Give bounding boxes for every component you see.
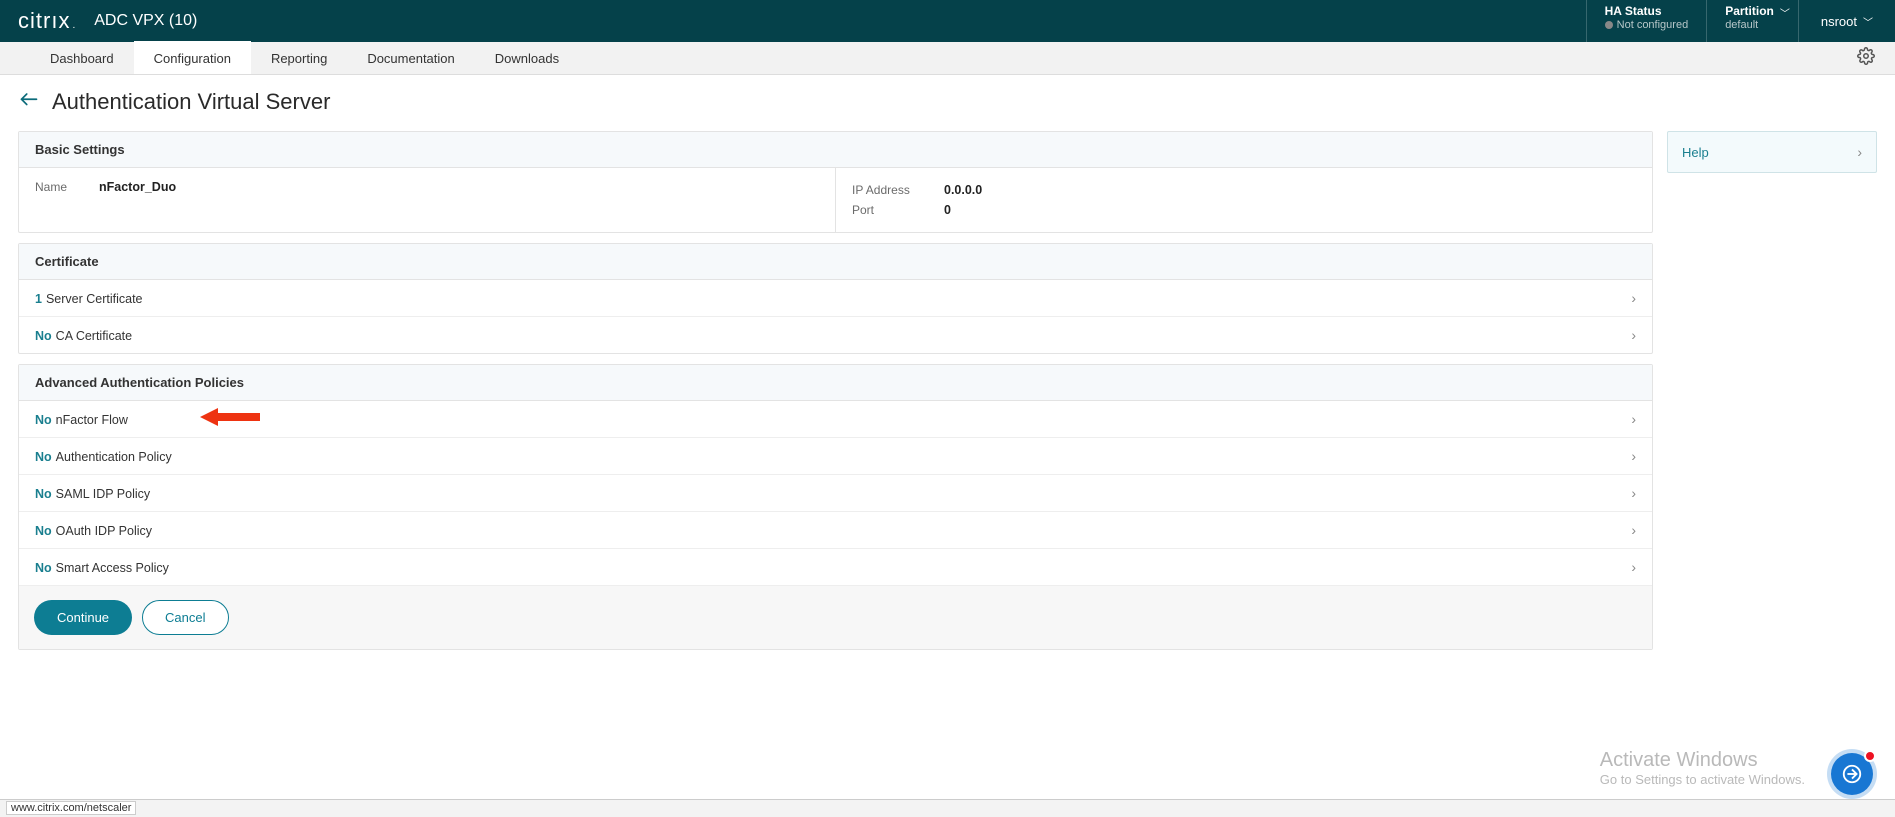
row-text: Smart Access Policy <box>56 561 169 575</box>
status-dot-icon <box>1605 21 1613 29</box>
tab-label: Dashboard <box>50 51 114 66</box>
row-text: OAuth IDP Policy <box>56 524 152 538</box>
product-title: ADC VPX (10) <box>94 12 197 30</box>
tab-label: Configuration <box>154 51 231 66</box>
notification-badge-icon <box>1864 750 1876 762</box>
row-text: SAML IDP Policy <box>56 487 150 501</box>
floating-action-button[interactable] <box>1831 753 1873 795</box>
ha-status-block[interactable]: HA Status Not configured <box>1586 0 1707 42</box>
row-count: No <box>35 487 52 501</box>
tabs-right <box>1857 42 1895 74</box>
chevron-down-icon: ﹀ <box>1780 8 1790 22</box>
help-panel[interactable]: Help › <box>1667 131 1877 173</box>
basic-left: Name nFactor_Duo <box>19 168 836 232</box>
tabs-bar: Dashboard Configuration Reporting Docume… <box>0 42 1895 75</box>
row-text: CA Certificate <box>56 329 132 343</box>
row-count: 1 <box>35 292 42 306</box>
row-authentication-policy[interactable]: No Authentication Policy › <box>19 437 1652 474</box>
chevron-down-icon: ﹀ <box>1863 14 1873 29</box>
watermark-title: Activate Windows <box>1600 749 1805 772</box>
help-label: Help <box>1682 145 1709 160</box>
row-text: Authentication Policy <box>56 450 172 464</box>
chevron-right-icon: › <box>1631 485 1636 501</box>
chevron-right-icon: › <box>1857 144 1862 160</box>
panel-header-basic: Basic Settings <box>19 132 1652 168</box>
ha-status-text: Not configured <box>1617 19 1689 31</box>
tab-dashboard[interactable]: Dashboard <box>30 42 134 74</box>
panel-auth-policies: Advanced Authentication Policies NonFact… <box>18 364 1653 650</box>
basic-settings-body: Name nFactor_Duo IP Address 0.0.0.0 Port… <box>19 168 1652 232</box>
panel-header-certificate: Certificate <box>19 244 1652 280</box>
main-row: Basic Settings Name nFactor_Duo IP Addre… <box>18 131 1877 650</box>
row-text: Server Certificate <box>46 292 143 306</box>
ha-status-title: HA Status <box>1605 4 1689 18</box>
ip-label: IP Address <box>852 180 920 200</box>
row-nfactor-flow[interactable]: No nFactor Flow › <box>19 401 1652 437</box>
tab-downloads[interactable]: Downloads <box>475 42 579 74</box>
page-content: Authentication Virtual Server Basic Sett… <box>0 75 1895 650</box>
ha-status-value: Not configured <box>1605 18 1689 32</box>
policies-body: No nFactor Flow › No Authentication Policy… <box>19 401 1652 585</box>
brand-text: citrıx <box>18 8 70 34</box>
top-header: citrıx. ADC VPX (10) HA Status Not confi… <box>0 0 1895 42</box>
brand-logo: citrıx. <box>0 8 94 34</box>
brand-dot: . <box>72 20 76 31</box>
row-oauth-idp-policy[interactable]: No OAuth IDP Policy › <box>19 511 1652 548</box>
chevron-right-icon: › <box>1631 327 1636 343</box>
chevron-right-icon: › <box>1631 522 1636 538</box>
gear-icon[interactable] <box>1857 47 1875 70</box>
page-title: Authentication Virtual Server <box>52 89 330 115</box>
chevron-right-icon: › <box>1631 448 1636 464</box>
tab-label: Documentation <box>367 51 454 66</box>
row-ca-certificate[interactable]: No CA Certificate › <box>19 316 1652 353</box>
row-count: No <box>35 561 52 575</box>
panel-certificate: Certificate 1 Server Certificate › No CA C… <box>18 243 1653 354</box>
browser-status-bar: www.citrix.com/netscaler <box>0 799 1895 817</box>
name-label: Name <box>35 180 75 194</box>
row-count: No <box>35 413 52 427</box>
user-menu[interactable]: nsroot ﹀ <box>1798 0 1895 42</box>
user-name: nsroot <box>1821 14 1857 29</box>
tab-label: Downloads <box>495 51 559 66</box>
row-server-certificate[interactable]: 1 Server Certificate › <box>19 280 1652 316</box>
partition-block[interactable]: Partition default ﹀ <box>1706 0 1798 42</box>
chevron-right-icon: › <box>1631 559 1636 575</box>
tab-configuration[interactable]: Configuration <box>134 41 251 74</box>
status-url: www.citrix.com/netscaler <box>6 801 136 815</box>
watermark-subtitle: Go to Settings to activate Windows. <box>1600 772 1805 787</box>
cancel-button[interactable]: Cancel <box>142 600 228 635</box>
row-count: No <box>35 450 52 464</box>
row-count: No <box>35 329 52 343</box>
page-head: Authentication Virtual Server <box>18 89 1877 115</box>
chevron-right-icon: › <box>1631 411 1636 427</box>
tab-label: Reporting <box>271 51 327 66</box>
panel-header-policies: Advanced Authentication Policies <box>19 365 1652 401</box>
name-value: nFactor_Duo <box>99 180 176 194</box>
row-smart-access-policy[interactable]: No Smart Access Policy › <box>19 548 1652 585</box>
chevron-right-icon: › <box>1631 290 1636 306</box>
partition-value: default <box>1725 18 1774 32</box>
button-row: Continue Cancel <box>19 585 1652 649</box>
continue-button[interactable]: Continue <box>34 600 132 635</box>
help-column: Help › <box>1667 131 1877 650</box>
port-value: 0 <box>944 200 951 220</box>
basic-right: IP Address 0.0.0.0 Port 0 <box>836 168 1652 232</box>
back-arrow-icon[interactable] <box>18 89 40 115</box>
main-column: Basic Settings Name nFactor_Duo IP Addre… <box>18 131 1653 650</box>
activate-windows-watermark: Activate Windows Go to Settings to activ… <box>1600 749 1805 787</box>
tab-reporting[interactable]: Reporting <box>251 42 347 74</box>
header-right: HA Status Not configured Partition defau… <box>1586 0 1895 42</box>
row-count: No <box>35 524 52 538</box>
certificate-body: 1 Server Certificate › No CA Certificate › <box>19 280 1652 353</box>
partition-title: Partition <box>1725 4 1774 18</box>
tab-documentation[interactable]: Documentation <box>347 42 474 74</box>
row-text: nFactor Flow <box>56 413 128 427</box>
row-saml-idp-policy[interactable]: No SAML IDP Policy › <box>19 474 1652 511</box>
ip-value: 0.0.0.0 <box>944 180 982 200</box>
panel-basic-settings: Basic Settings Name nFactor_Duo IP Addre… <box>18 131 1653 233</box>
port-label: Port <box>852 200 920 220</box>
